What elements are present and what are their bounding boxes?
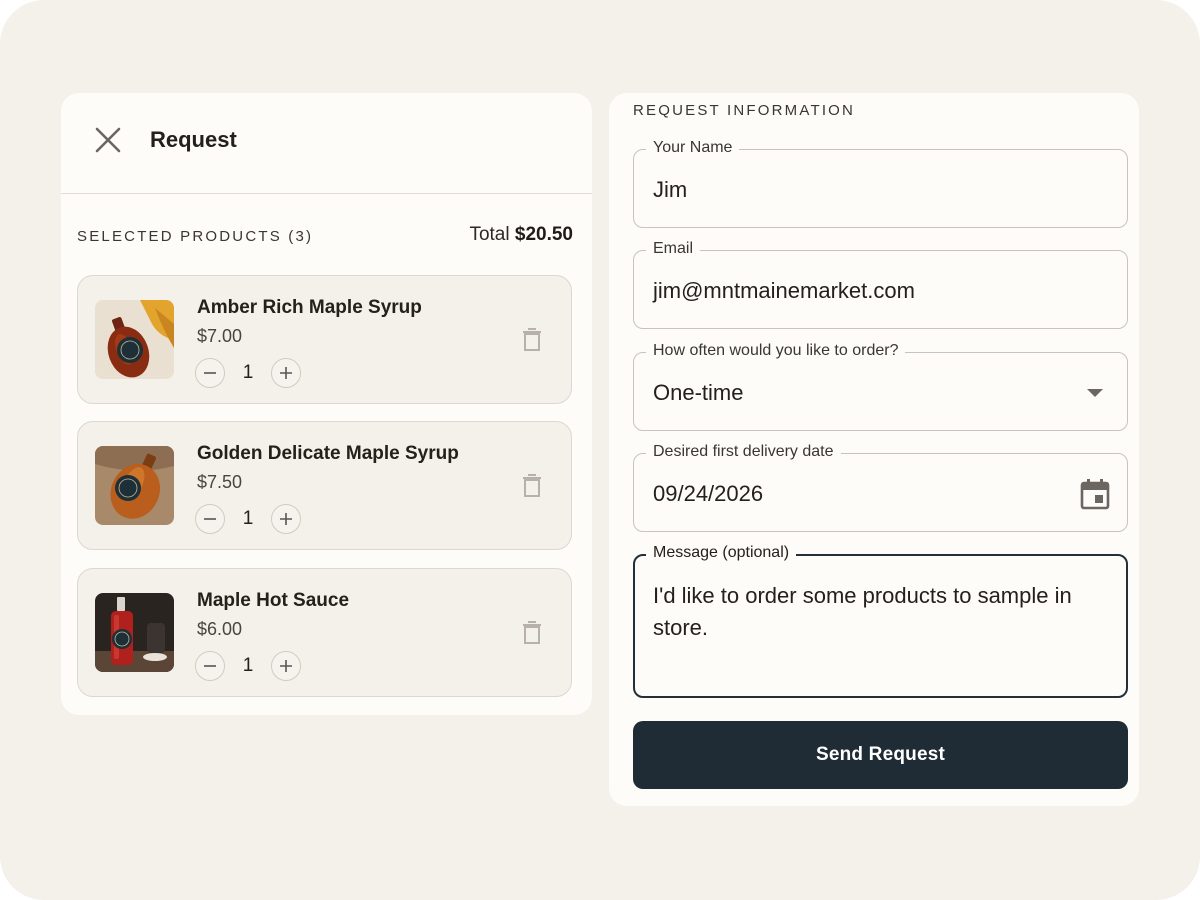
increase-button[interactable] bbox=[271, 651, 301, 681]
remove-product-button[interactable] bbox=[518, 618, 546, 648]
trash-icon bbox=[523, 328, 541, 351]
quantity-stepper: 1 bbox=[195, 358, 301, 388]
plus-icon bbox=[280, 367, 292, 379]
plus-icon bbox=[280, 660, 292, 672]
product-item-golden: Golden Delicate Maple Syrup $7.50 1 bbox=[77, 421, 572, 550]
minus-icon bbox=[204, 372, 216, 374]
order-total: Total $20.50 bbox=[469, 224, 573, 246]
quantity-stepper: 1 bbox=[195, 651, 301, 681]
product-name: Golden Delicate Maple Syrup bbox=[197, 443, 459, 464]
frequency-value[interactable]: One-time bbox=[653, 353, 1067, 432]
email-field[interactable]: Email jim@mntmainemarket.com bbox=[633, 240, 1128, 330]
product-item-hot-sauce: Maple Hot Sauce $6.00 1 bbox=[77, 568, 572, 697]
email-input[interactable]: jim@mntmainemarket.com bbox=[653, 251, 1067, 330]
remove-product-button[interactable] bbox=[518, 325, 546, 355]
delivery-date-input[interactable]: 09/24/2026 bbox=[653, 454, 1067, 533]
panel-title: Request bbox=[150, 127, 237, 152]
product-price: $7.50 bbox=[197, 472, 243, 492]
request-information-label: REQUEST INFORMATION bbox=[633, 102, 856, 119]
remove-product-button[interactable] bbox=[518, 471, 546, 501]
close-icon bbox=[95, 127, 121, 153]
close-button[interactable] bbox=[89, 121, 127, 159]
delivery-date-field[interactable]: Desired first delivery date 09/24/2026 bbox=[633, 443, 1128, 533]
caret-down-icon bbox=[1087, 389, 1103, 397]
minus-icon bbox=[204, 665, 216, 667]
product-image bbox=[95, 593, 174, 672]
message-textarea[interactable]: I'd like to order some products to sampl… bbox=[653, 580, 1102, 644]
quantity-value: 1 bbox=[242, 508, 254, 529]
trash-icon bbox=[523, 621, 541, 644]
message-field[interactable]: Message (optional) I'd like to order som… bbox=[633, 544, 1128, 698]
product-image bbox=[95, 300, 174, 379]
product-image bbox=[95, 446, 174, 525]
quantity-value: 1 bbox=[242, 362, 254, 383]
send-request-button[interactable]: Send Request bbox=[633, 721, 1128, 789]
product-name: Amber Rich Maple Syrup bbox=[197, 297, 422, 318]
total-value: $20.50 bbox=[514, 224, 573, 245]
page-background: Request SELECTED PRODUCTS (3) Total $20.… bbox=[0, 0, 1200, 900]
frequency-select[interactable]: How often would you like to order? One-t… bbox=[633, 342, 1128, 432]
trash-icon bbox=[523, 474, 541, 497]
selected-products-label: SELECTED PRODUCTS (3) bbox=[77, 228, 314, 245]
increase-button[interactable] bbox=[271, 504, 301, 534]
product-price: $7.00 bbox=[197, 326, 243, 346]
message-field-label: Message (optional) bbox=[646, 544, 797, 562]
request-form: REQUEST INFORMATION Your Name Jim Email … bbox=[609, 93, 1139, 806]
dropdown-toggle[interactable] bbox=[1079, 377, 1111, 409]
increase-button[interactable] bbox=[271, 358, 301, 388]
plus-icon bbox=[280, 513, 292, 525]
total-prefix: Total bbox=[469, 224, 510, 245]
quantity-stepper: 1 bbox=[195, 504, 301, 534]
date-picker-button[interactable] bbox=[1079, 478, 1111, 510]
product-price: $6.00 bbox=[197, 619, 243, 639]
name-field[interactable]: Your Name Jim bbox=[633, 139, 1128, 229]
decrease-button[interactable] bbox=[195, 358, 225, 388]
product-name: Maple Hot Sauce bbox=[197, 590, 350, 611]
decrease-button[interactable] bbox=[195, 504, 225, 534]
calendar-icon bbox=[1080, 479, 1110, 510]
product-item-amber: Amber Rich Maple Syrup $7.00 1 bbox=[77, 275, 572, 404]
decrease-button[interactable] bbox=[195, 651, 225, 681]
name-input[interactable]: Jim bbox=[653, 150, 1067, 229]
minus-icon bbox=[204, 518, 216, 520]
request-panel: Request SELECTED PRODUCTS (3) Total $20.… bbox=[61, 93, 592, 715]
panel-header: Request bbox=[61, 93, 592, 194]
quantity-value: 1 bbox=[242, 655, 254, 676]
